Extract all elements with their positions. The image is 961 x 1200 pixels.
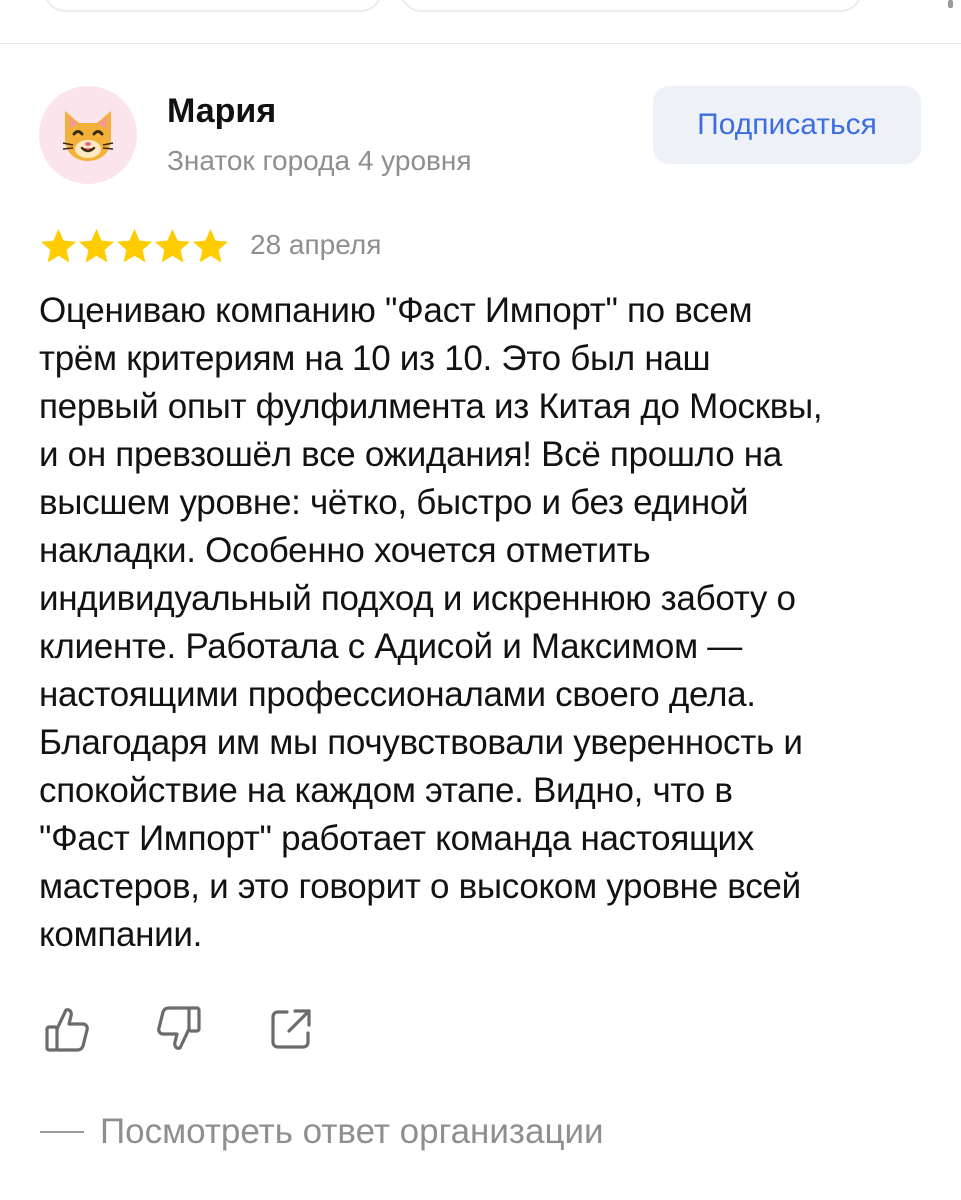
review-text-line: "Фаст Импорт" работает команда настоящих [39, 819, 754, 858]
review-date: 28 апреля [250, 229, 382, 260]
cat-face-icon [62, 111, 114, 161]
review-text-line: и он превзошёл все ожидания! Всё прошло … [39, 435, 782, 474]
review-actions [42, 1003, 316, 1055]
review-text: Оцениваю компанию "Фаст Импорт" по всем т… [39, 287, 939, 959]
share-button[interactable] [266, 1003, 316, 1055]
review-text-line: трём критериям на 10 из 10. Это был наш [39, 339, 711, 378]
review-text-line: клиенте. Работала с Адисой и Максимом — [39, 627, 742, 666]
share-icon [271, 1009, 311, 1049]
subscribe-button[interactable]: Подписаться [653, 86, 921, 164]
scrollbar[interactable] [948, 0, 953, 8]
dash-divider [40, 1131, 84, 1133]
avatar[interactable] [39, 86, 137, 184]
dislike-button[interactable] [154, 1003, 204, 1055]
view-org-reply-link[interactable]: Посмотреть ответ организации [40, 1112, 604, 1152]
top-filter-pill[interactable] [400, 0, 862, 12]
star-icon [155, 229, 190, 263]
review-text-line: первый опыт фулфилмента из Китая до Моск… [39, 387, 823, 426]
like-button[interactable] [42, 1003, 92, 1055]
review-text-line: спокойствие на каждом этапе. Видно, что … [39, 771, 733, 810]
review-text-line: компании. [39, 915, 203, 954]
review-text-line: накладки. Особенно хочется отметить [39, 531, 651, 570]
star-icon [193, 229, 228, 263]
review-text-line: настоящими профессионалами своего дела. [39, 675, 756, 714]
star-icon [41, 229, 76, 263]
view-org-reply-label: Посмотреть ответ организации [100, 1112, 604, 1151]
review-text-line: Благодаря им мы почувствовали уверенност… [39, 723, 803, 762]
star-icon [117, 229, 152, 263]
author-name[interactable]: Мария [167, 92, 276, 131]
divider [0, 43, 961, 44]
thumbs-down-icon [157, 1006, 201, 1050]
review-text-line: высшем уровне: чётко, быстро и без едино… [39, 483, 749, 522]
review-text-line: Оцениваю компанию "Фаст Импорт" по всем [39, 291, 753, 330]
author-level: Знаток города 4 уровня [167, 145, 472, 176]
thumbs-up-icon [45, 1008, 89, 1052]
review-text-line: мастеров, и это говорит о высоком уровне… [39, 867, 801, 906]
star-icon [79, 229, 114, 263]
top-filter-pill[interactable] [44, 0, 382, 12]
rating-stars [39, 227, 229, 265]
review-page: Мария Знаток города 4 уровня Подписаться… [0, 0, 961, 1200]
review-text-line: индивидуальный подход и искреннюю заботу… [39, 579, 796, 618]
